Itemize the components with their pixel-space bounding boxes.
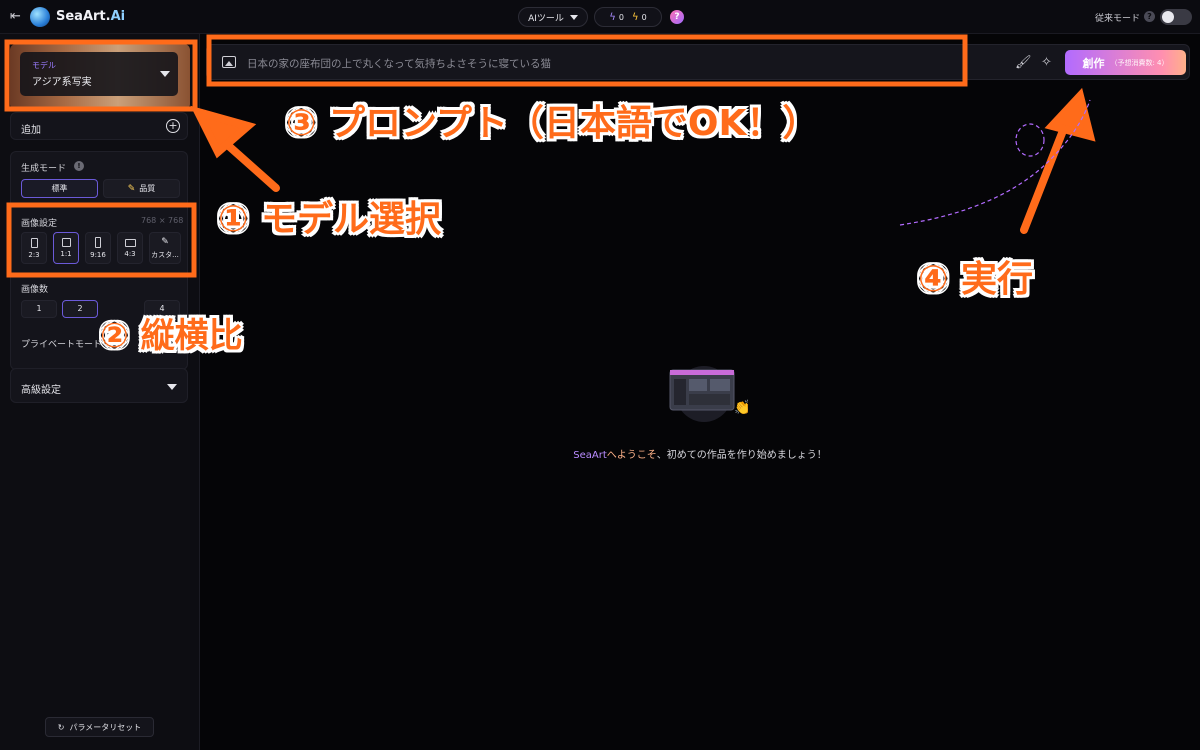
annotation-label-model: ① モデル選択 xyxy=(218,199,442,240)
image-upload-icon[interactable] xyxy=(222,56,236,68)
credit-b-value: 0 xyxy=(641,12,647,22)
count-1-button[interactable]: 1 xyxy=(21,300,57,318)
top-bar: ⇤ SeaArt.Ai AIツール ϟ 0 ϟ 0 ? 従来モード ? xyxy=(0,0,1200,34)
count-2-button[interactable]: 2 xyxy=(62,300,98,318)
plus-icon[interactable]: + xyxy=(166,119,180,133)
decorative-dashed-path xyxy=(899,99,1091,226)
portrait-icon xyxy=(30,237,38,248)
ratio-1-1-button[interactable]: 1:1 xyxy=(53,232,79,264)
ratio-custom-button[interactable]: ✎ カスタ... xyxy=(149,232,181,264)
stamina-icon: ϟ xyxy=(609,11,616,23)
reset-parameters-button[interactable]: ↻ パラメータリセット xyxy=(45,717,154,737)
mode-standard-button[interactable]: 標準 xyxy=(21,179,98,198)
chevron-down-icon xyxy=(569,14,578,20)
pencil-icon: ✎ xyxy=(161,236,169,247)
bolt-icon: ϟ xyxy=(632,11,639,23)
legacy-mode-label: 従来モード xyxy=(1095,14,1141,24)
help-icon[interactable]: ? xyxy=(670,10,684,24)
generation-mode-label: 生成モード xyxy=(21,164,67,174)
empty-state-message: SeaArtへようこそ、初めての作品を作り始めましょう！ xyxy=(400,446,1000,461)
ratio-9-16-button[interactable]: 9:16 xyxy=(85,232,111,264)
chevron-down-icon xyxy=(167,384,177,390)
square-icon xyxy=(61,238,71,247)
mode-quality-button[interactable]: ✎ 品質 xyxy=(103,179,180,198)
annotation-arrowhead-4 xyxy=(1044,87,1096,142)
annotation-label-execute: ④ 実行 xyxy=(918,259,1034,300)
model-label: モデル xyxy=(32,61,56,70)
sidebar: モデル アジア系写実 追加 + 生成モード ! 標準 ✎ 品質 画像設定 768 … xyxy=(0,34,200,750)
credits-display[interactable]: ϟ 0 ϟ 0 xyxy=(594,7,662,27)
advanced-settings-label: 高級設定 xyxy=(21,385,61,396)
brush-icon[interactable]: 🖌 xyxy=(1015,55,1032,70)
prompt-input[interactable]: 日本の家の座布団の上で丸くなって気持ちよさそうに寝ている猫 xyxy=(247,56,551,71)
model-name: アジア系写実 xyxy=(32,77,92,88)
add-panel[interactable]: 追加 + xyxy=(10,112,188,140)
reset-icon: ↻ xyxy=(57,722,65,732)
landscape-icon xyxy=(124,238,136,247)
wand-icon: ✎ xyxy=(127,183,136,194)
welcome-message: 、初めての作品を作り始めましょう！ xyxy=(656,450,827,461)
info-icon[interactable]: ! xyxy=(74,161,84,171)
svg-text:👏: 👏 xyxy=(734,399,748,416)
legacy-help-icon[interactable]: ? xyxy=(1144,11,1155,22)
create-button[interactable]: 創作 （予想消費数: 4） xyxy=(1065,50,1186,75)
advanced-settings-panel[interactable]: 高級設定 xyxy=(10,368,188,403)
annotation-label-ratio: ② 縦横比 xyxy=(100,316,243,356)
annotation-arrow-line-4 xyxy=(1020,124,1068,234)
tall-portrait-icon xyxy=(95,237,101,248)
decorative-dashed-loop xyxy=(1015,123,1045,157)
welcome-brand: SeaArt xyxy=(573,450,607,461)
welcome-text: へようこそ xyxy=(606,450,657,461)
prompt-bar: 日本の家の座布団の上で丸くなって気持ちよさそうに寝ている猫 🖌 ✧ 創作 （予想… xyxy=(206,44,1190,80)
brand-name: SeaArt.Ai xyxy=(56,9,126,24)
ai-tools-dropdown[interactable]: AIツール xyxy=(518,7,588,27)
resolution-value: 768 × 768 xyxy=(141,216,184,225)
private-mode-label: プライベートモード xyxy=(21,340,103,350)
annotation-label-prompt: ③ プロンプト（日本語でOK！） xyxy=(286,103,819,144)
ratio-4-3-button[interactable]: 4:3 xyxy=(117,232,143,264)
empty-state-illustration-icon: 👏 xyxy=(669,366,748,422)
image-count-label: 画像数 xyxy=(21,285,49,295)
seaart-logo-icon xyxy=(30,7,50,27)
credit-a-value: 0 xyxy=(618,12,624,22)
magic-wand-icon[interactable]: ✧ xyxy=(1041,55,1052,70)
chevron-down-icon xyxy=(160,71,170,77)
collapse-sidebar-icon[interactable]: ⇤ xyxy=(10,9,21,24)
annotation-arrow-line-1 xyxy=(218,136,280,192)
ratio-2-3-button[interactable]: 2:3 xyxy=(21,232,47,264)
model-selector-card[interactable]: モデル アジア系写実 xyxy=(10,44,190,110)
image-settings-label: 画像設定 xyxy=(21,219,58,229)
add-label: 追加 xyxy=(21,125,41,136)
annotation-arrowhead-1 xyxy=(190,105,257,159)
toggle-knob xyxy=(1162,11,1174,23)
model-selector[interactable]: モデル アジア系写実 xyxy=(20,52,178,96)
ai-tools-label: AIツール xyxy=(528,13,564,24)
legacy-mode-toggle[interactable] xyxy=(1160,9,1192,25)
